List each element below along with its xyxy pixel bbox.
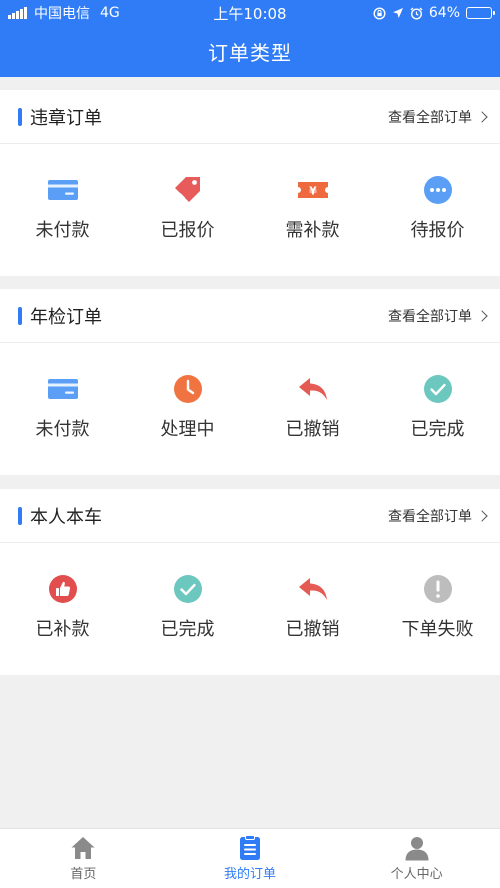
- status-item-row: 未付款 处理中 已撤销 已完成: [0, 343, 500, 475]
- battery-percent: 64%: [428, 5, 460, 21]
- status-item-cancelled[interactable]: 已撤销: [250, 543, 375, 675]
- section-annual-inspection-orders: 年检订单 查看全部订单 未付款 处理中 已撤销 已完成: [0, 289, 500, 475]
- section-violation-orders: 违章订单 查看全部订单 未付款 已报价 ¥ 需补款 待报价: [0, 90, 500, 276]
- clock-icon: [173, 375, 202, 403]
- page-title-bar: 订单类型: [0, 26, 500, 77]
- undo-arrow-icon: [298, 378, 327, 400]
- status-item-processing[interactable]: 处理中: [125, 343, 250, 475]
- status-item-supplemented[interactable]: 已补款: [0, 543, 125, 675]
- more-dots-icon: [423, 176, 452, 204]
- view-all-orders-link[interactable]: 查看全部订单: [388, 506, 488, 526]
- check-circle-icon: [173, 575, 202, 603]
- section-accent-bar: [18, 506, 22, 525]
- section-header: 本人本车 查看全部订单: [0, 489, 500, 543]
- card-icon: [47, 180, 78, 200]
- status-item-label: 已补款: [35, 619, 90, 640]
- status-item-label: 待报价: [410, 220, 465, 241]
- status-item-label: 未付款: [35, 220, 90, 241]
- tab-label: 首页: [70, 867, 97, 882]
- bottom-tab-bar: 首页 我的订单 个人中心: [0, 828, 500, 888]
- network-type: 4G: [100, 5, 120, 21]
- card-icon: [47, 379, 78, 399]
- status-item-label: 下单失败: [401, 619, 474, 640]
- price-tag-icon: [174, 177, 200, 202]
- signal-strength-icon: [8, 7, 27, 19]
- status-item-row: 已补款 已完成 已撤销 下单失败: [0, 543, 500, 675]
- status-item-need-supplement[interactable]: ¥ 需补款: [250, 144, 375, 276]
- status-item-unpaid[interactable]: 未付款: [0, 343, 125, 475]
- section-header: 年检订单 查看全部订单: [0, 289, 500, 343]
- status-item-row: 未付款 已报价 ¥ 需补款 待报价: [0, 144, 500, 276]
- page-title: 订单类型: [208, 41, 292, 65]
- status-item-unpaid[interactable]: 未付款: [0, 144, 125, 276]
- status-item-label: 需补款: [285, 220, 340, 241]
- section-title: 年检订单: [30, 306, 102, 328]
- section-own-vehicle-orders: 本人本车 查看全部订单 已补款 已完成 已撤销 下单失败: [0, 489, 500, 675]
- section-header: 违章订单 查看全部订单: [0, 90, 500, 144]
- battery-icon: [466, 7, 495, 19]
- section-title: 本人本车: [30, 506, 102, 528]
- tab-my-orders[interactable]: 我的订单: [167, 829, 334, 888]
- yen-ticket-icon: ¥: [297, 182, 328, 198]
- chevron-right-icon: [476, 309, 488, 322]
- clipboard-list-icon: [240, 835, 260, 860]
- home-icon: [71, 837, 95, 859]
- tab-home[interactable]: 首页: [0, 829, 167, 888]
- view-all-label: 查看全部订单: [388, 508, 472, 525]
- status-item-label: 已报价: [160, 220, 215, 241]
- status-item-label: 已完成: [410, 419, 465, 440]
- status-item-label: 已撤销: [285, 419, 340, 440]
- status-item-quoted[interactable]: 已报价: [125, 144, 250, 276]
- section-title: 违章订单: [30, 107, 102, 129]
- status-item-label: 已完成: [160, 619, 215, 640]
- status-item-completed[interactable]: 已完成: [375, 343, 500, 475]
- chevron-right-icon: [476, 110, 488, 123]
- section-accent-bar: [18, 107, 22, 126]
- status-item-cancelled[interactable]: 已撤销: [250, 343, 375, 475]
- thumbs-up-icon: [48, 575, 77, 603]
- view-all-label: 查看全部订单: [388, 308, 472, 325]
- view-all-label: 查看全部订单: [388, 109, 472, 126]
- status-item-label: 处理中: [160, 419, 215, 440]
- svg-text:¥: ¥: [309, 185, 317, 198]
- user-icon: [405, 837, 429, 861]
- status-item-label: 未付款: [35, 419, 90, 440]
- tab-label: 个人中心: [390, 867, 443, 882]
- chevron-right-icon: [476, 509, 488, 522]
- orientation-lock-icon: [373, 6, 386, 20]
- status-item-completed[interactable]: 已完成: [125, 543, 250, 675]
- status-item-order-failed[interactable]: 下单失败: [375, 543, 500, 675]
- undo-arrow-icon: [298, 578, 327, 600]
- carrier-name: 中国电信: [34, 6, 90, 22]
- status-item-label: 已撤销: [285, 619, 340, 640]
- location-arrow-icon: [392, 8, 403, 18]
- status-item-awaiting-quote[interactable]: 待报价: [375, 144, 500, 276]
- top-header: 中国电信 4G 上午10:08 64% 订单类型: [0, 0, 500, 77]
- section-accent-bar: [18, 306, 22, 325]
- status-bar: 中国电信 4G 上午10:08 64%: [0, 0, 500, 26]
- tab-personal-center[interactable]: 个人中心: [333, 829, 500, 888]
- view-all-orders-link[interactable]: 查看全部订单: [388, 107, 488, 127]
- alarm-clock-icon: [410, 7, 423, 20]
- view-all-orders-link[interactable]: 查看全部订单: [388, 306, 488, 326]
- tab-label: 我的订单: [224, 867, 277, 882]
- exclamation-circle-icon: [423, 575, 452, 603]
- check-circle-icon: [423, 375, 452, 403]
